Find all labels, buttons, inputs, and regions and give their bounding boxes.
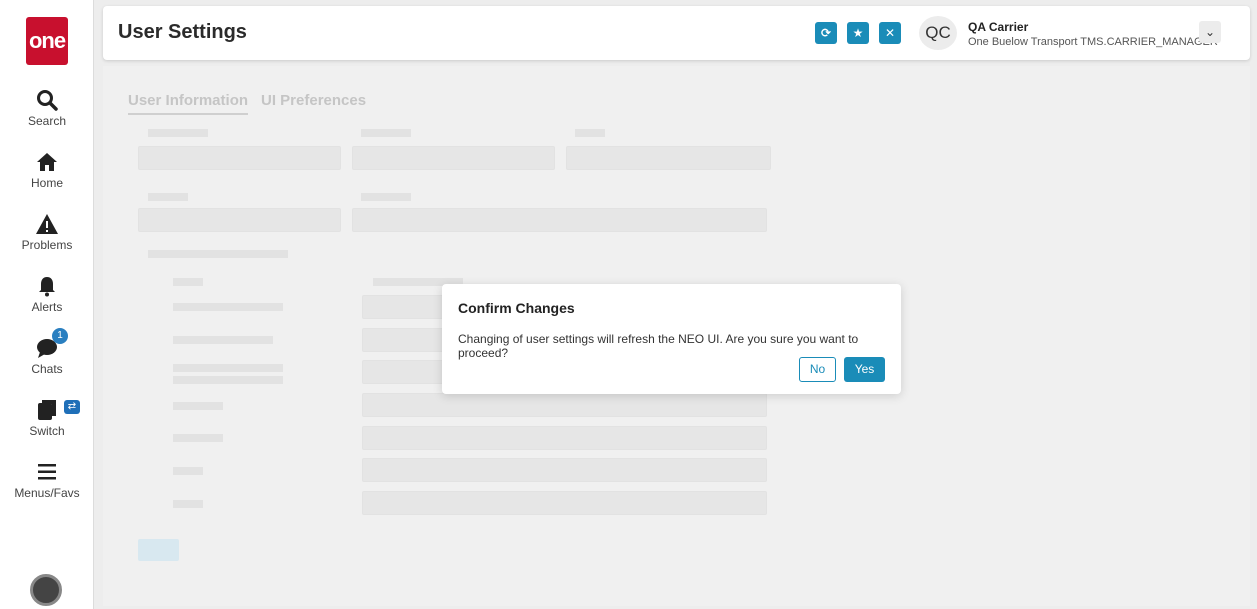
one-logo[interactable]: one	[26, 17, 68, 65]
sidebar-item-label: Switch	[29, 424, 65, 438]
sidebar: one Search Home Problems Alerts 1 Chats	[0, 0, 94, 609]
switch-toggle-icon: ⇄	[64, 400, 80, 414]
menu-icon	[0, 460, 94, 484]
yes-button[interactable]: Yes	[844, 357, 885, 382]
dialog-title: Confirm Changes	[458, 300, 575, 316]
sidebar-item-label: Home	[30, 176, 63, 190]
search-icon	[0, 88, 94, 112]
sidebar-item-menus-favs[interactable]: Menus/Favs	[0, 460, 94, 500]
home-icon	[0, 150, 94, 174]
sidebar-item-label: Chats	[31, 362, 63, 376]
warning-icon	[0, 212, 94, 236]
sidebar-item-chats[interactable]: 1 Chats	[0, 328, 94, 376]
sidebar-item-alerts[interactable]: Alerts	[0, 274, 94, 314]
no-button[interactable]: No	[799, 357, 836, 382]
user-avatar[interactable]	[30, 574, 62, 606]
bell-icon	[0, 274, 94, 298]
sidebar-item-switch[interactable]: ⇄ Switch	[0, 398, 94, 438]
sidebar-item-label: Problems	[21, 238, 73, 252]
switch-icon: ⇄	[0, 398, 94, 422]
sidebar-item-home[interactable]: Home	[0, 150, 94, 190]
sidebar-item-search[interactable]: Search	[0, 88, 94, 128]
sidebar-item-label: Search	[27, 114, 67, 128]
chat-count-badge: 1	[52, 328, 68, 344]
sidebar-item-label: Alerts	[31, 300, 63, 314]
sidebar-item-label: Menus/Favs	[14, 486, 80, 500]
confirm-changes-dialog: Confirm Changes Changing of user setting…	[442, 284, 901, 394]
chat-icon: 1	[0, 328, 94, 360]
sidebar-item-problems[interactable]: Problems	[0, 212, 94, 252]
dialog-message: Changing of user settings will refresh t…	[458, 332, 859, 360]
